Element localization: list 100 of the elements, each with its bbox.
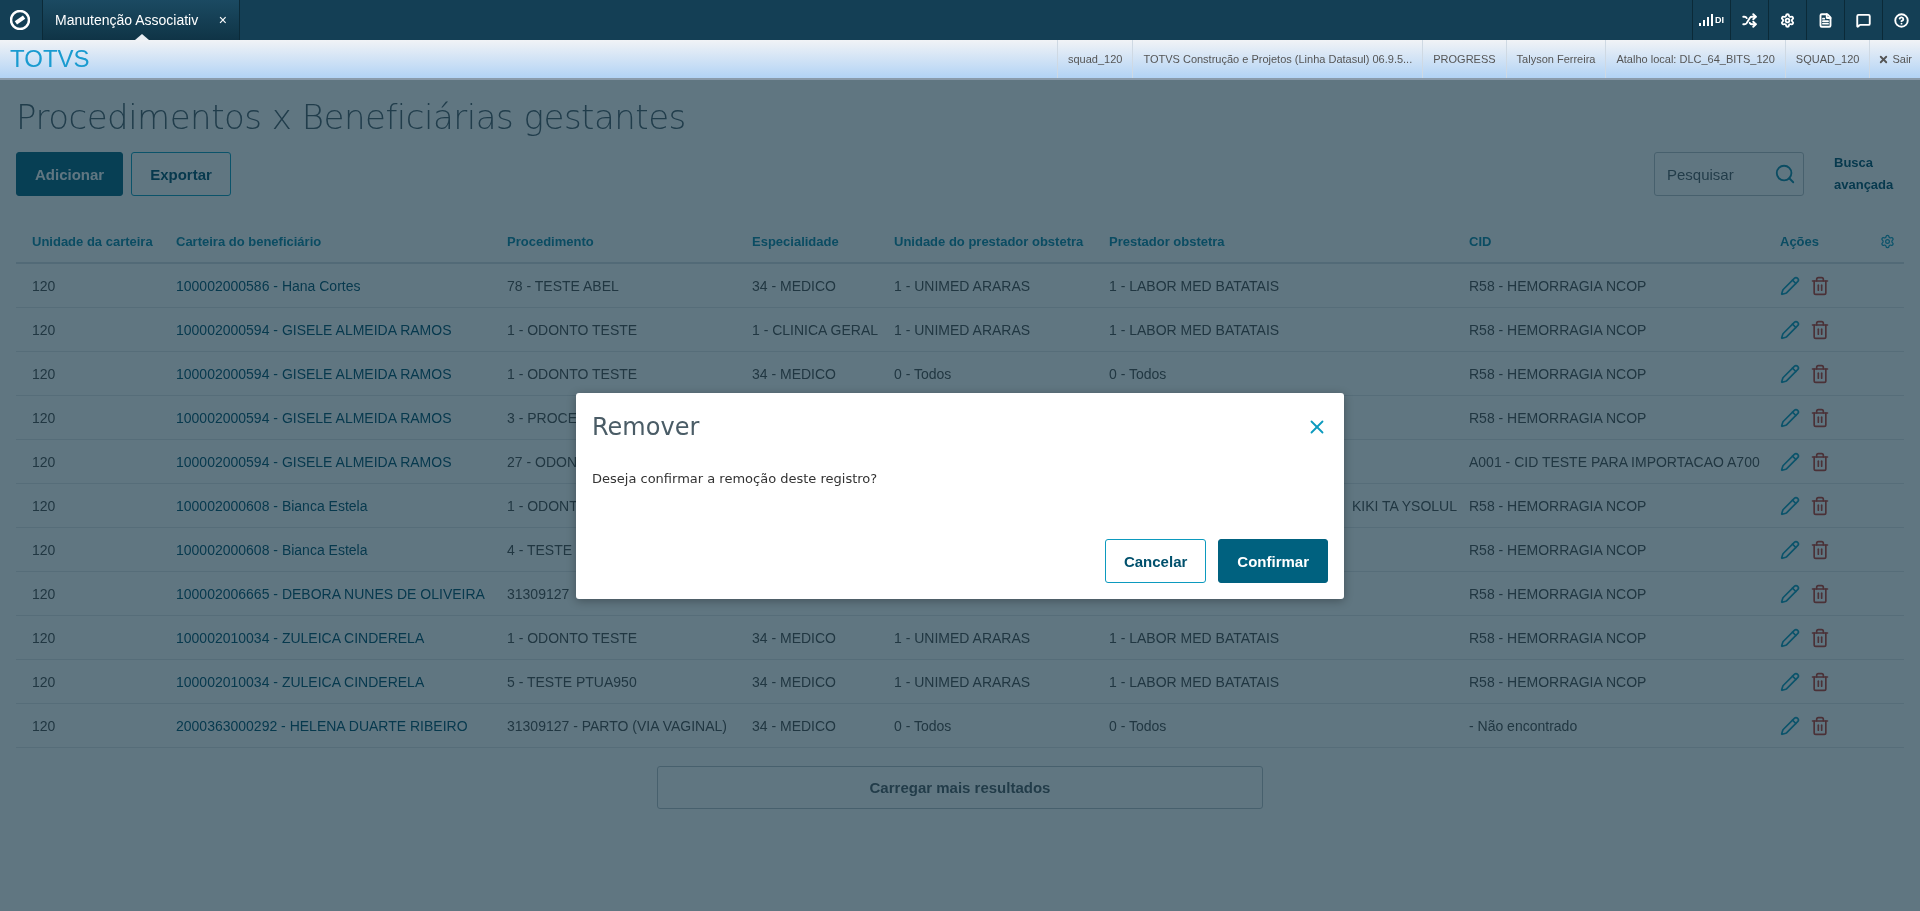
delete-button[interactable]	[1810, 715, 1830, 736]
table-cell-text: 120	[32, 673, 57, 690]
dialog-message: Deseja confirmar a remoção deste registro?	[592, 471, 879, 486]
edit-button[interactable]	[1780, 363, 1800, 384]
table-cell-text: 34 - MEDICO	[752, 629, 837, 646]
table-cell-text: 120	[32, 497, 57, 514]
settings-icon[interactable]	[1879, 233, 1895, 249]
logout-button[interactable]: Sair	[1869, 40, 1920, 78]
table-cell-text: 120	[32, 585, 57, 602]
delete-button[interactable]	[1810, 583, 1830, 604]
delete-button[interactable]	[1810, 627, 1830, 648]
delete-button[interactable]	[1810, 451, 1830, 472]
beneficiary-link[interactable]: 100002000586 - Hana Cortes	[176, 277, 507, 294]
table-cell-text: R58 - HEMORRAGIA NCOP	[1469, 497, 1648, 514]
table-cell-text: 120	[32, 321, 57, 338]
delete-button[interactable]	[1810, 539, 1830, 560]
edit-button[interactable]	[1780, 583, 1800, 604]
dialog-title: Remover	[592, 413, 700, 441]
table-cell-text: 1 - UNIMED ARARAS	[894, 673, 1032, 690]
info-item: PROGRESS	[1422, 40, 1506, 78]
table-cell-text: R58 - HEMORRAGIA NCOP	[1469, 629, 1648, 646]
advanced-search-link[interactable]: Busca avançada	[1834, 152, 1904, 196]
table-cell-text: 1 - UNIMED ARARAS	[894, 629, 1032, 646]
table-cell-text: 120	[32, 365, 57, 382]
edit-button[interactable]	[1780, 539, 1800, 560]
table-cell-text: 1 - LABOR MED BATATAIS	[1109, 629, 1281, 646]
edit-button[interactable]	[1780, 451, 1800, 472]
column-header: Unidade da carteira	[32, 233, 154, 249]
table-cell-text: 34 - MEDICO	[752, 277, 837, 294]
beneficiary-link[interactable]: 100002010034 - ZULEICA CINDERELA	[176, 673, 507, 690]
tab-close[interactable]: ×	[218, 12, 227, 28]
table-cell-text: 1 - UNIMED ARARAS	[894, 277, 1032, 294]
table-cell-text: R58 - HEMORRAGIA NCOP	[1469, 277, 1648, 294]
column-header: CID	[1469, 233, 1493, 249]
confirm-button[interactable]: Confirmar	[1218, 539, 1328, 583]
edit-button[interactable]	[1780, 319, 1800, 340]
table-cell-text: 120	[32, 717, 57, 734]
delete-button[interactable]	[1810, 275, 1830, 296]
beneficiary-link[interactable]: 100002000608 - Bianca Estela	[176, 541, 507, 558]
table-cell-text: R58 - HEMORRAGIA NCOP	[1469, 673, 1648, 690]
table-cell-text: 34 - MEDICO	[752, 365, 837, 382]
table-cell-text: 0 - Todos	[1109, 365, 1168, 382]
table-cell-text: 1 - LABOR MED BATATAIS	[1109, 277, 1281, 294]
document-icon	[1818, 12, 1833, 28]
delete-button[interactable]	[1810, 319, 1830, 340]
beneficiary-link[interactable]: 100002000608 - Bianca Estela	[176, 497, 507, 514]
table-cell-text: R58 - HEMORRAGIA NCOP	[1469, 541, 1648, 558]
info-item: SQUAD_120	[1784, 40, 1870, 78]
table-cell-text: 1 - ODONTO TESTE	[507, 629, 639, 646]
table-cell-text: 1 - ODONTO TESTE	[507, 321, 639, 338]
shuffle-icon	[1742, 12, 1757, 28]
info-item: Talyson Ferreira	[1505, 40, 1606, 78]
beneficiary-link[interactable]: 100002000594 - GISELE ALMEIDA RAMOS	[176, 453, 507, 470]
cancel-button[interactable]: Cancelar	[1104, 539, 1207, 583]
info-item: squad_120	[1056, 40, 1133, 78]
table-cell-text: 34 - MEDICO	[752, 673, 837, 690]
edit-button[interactable]	[1780, 407, 1800, 428]
add-button[interactable]: Adicionar	[16, 152, 124, 196]
search-field[interactable]: Pesquisar	[1654, 152, 1804, 196]
table-cell-text: 120	[32, 453, 57, 470]
table-cell-text: 1 - LABOR MED BATATAIS	[1109, 673, 1281, 690]
edit-button[interactable]	[1780, 715, 1800, 736]
table-cell-text: 0 - Todos	[894, 717, 953, 734]
logo-icon[interactable]	[10, 10, 30, 30]
table-cell-text: 34 - MEDICO	[752, 717, 837, 734]
edit-button[interactable]	[1780, 495, 1800, 516]
delete-button[interactable]	[1810, 363, 1830, 384]
search-icon[interactable]	[1774, 163, 1796, 185]
edit-button[interactable]	[1780, 275, 1800, 296]
table-cell-text: 31309127 - PARTO (VIA VAGINAL)	[507, 717, 728, 734]
info-item: TOTVS Construção e Projetos (Linha Datasul) 06.9.5...	[1132, 40, 1423, 78]
delete-button[interactable]	[1810, 495, 1830, 516]
delete-button[interactable]	[1810, 407, 1830, 428]
table-cell-text: A001 - CID TESTE PARA IMPORTACAO A700	[1469, 453, 1761, 470]
table-cell-text: 0 - Todos	[1109, 717, 1168, 734]
beneficiary-link[interactable]: 100002000594 - GISELE ALMEIDA RAMOS	[176, 365, 507, 382]
column-header: Ações	[1780, 233, 1821, 249]
table-cell-text: 31309127	[507, 585, 571, 602]
table-cell-text: R58 - HEMORRAGIA NCOP	[1469, 365, 1648, 382]
delete-button[interactable]	[1810, 671, 1830, 692]
export-button[interactable]: Exportar	[131, 152, 231, 196]
table-cell-text: 0 - Todos	[894, 365, 953, 382]
chat-icon	[1856, 12, 1871, 28]
beneficiary-link[interactable]: 100002010034 - ZULEICA CINDERELA	[176, 629, 507, 646]
table-cell-text: R58 - HEMORRAGIA NCOP	[1469, 321, 1648, 338]
edit-button[interactable]	[1780, 671, 1800, 692]
brand-logo: TOTVS	[9, 45, 90, 73]
info-item: Atalho local: DLC_64_BITS_120	[1605, 40, 1785, 78]
beneficiary-link[interactable]: 100002000594 - GISELE ALMEIDA RAMOS	[176, 321, 507, 338]
table-cell-text: 1 - CLINICA GERAL	[752, 321, 880, 338]
table-cell-text: R58 - HEMORRAGIA NCOP	[1469, 585, 1648, 602]
edit-button[interactable]	[1780, 627, 1800, 648]
beneficiary-link[interactable]: 2000363000292 - HELENA DUARTE RIBEIRO	[176, 717, 507, 734]
beneficiary-link[interactable]: 100002006665 - DEBORA NUNES DE OLIVEIRA	[176, 585, 507, 602]
column-header: Carteira do beneficiário	[176, 233, 323, 249]
load-more-button[interactable]: Carregar mais resultados	[657, 766, 1263, 809]
table-cell-text: 1 - UNIMED ARARAS	[894, 321, 1032, 338]
signal-icon	[1699, 14, 1713, 26]
beneficiary-link[interactable]: 100002000594 - GISELE ALMEIDA RAMOS	[176, 409, 507, 426]
app-tab[interactable]: Manutenção Associativ ×	[42, 0, 240, 40]
